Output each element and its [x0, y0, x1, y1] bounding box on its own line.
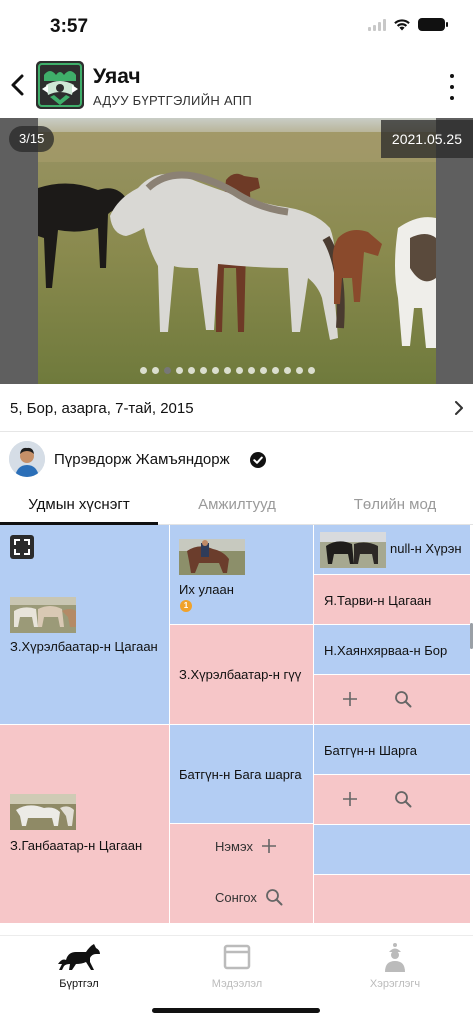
- pedigree-gen3-2[interactable]: Я.Тарви-н Цагаан: [314, 575, 470, 624]
- status-time: 3:57: [50, 16, 89, 37]
- page-dot[interactable]: [176, 367, 183, 374]
- dam-sire-name: Батгүн-н Бага шарга: [179, 767, 302, 782]
- sire-name: З.Хүрэлбаатар-н Цагаан: [10, 639, 158, 654]
- expand-icon[interactable]: [10, 535, 34, 559]
- tab-pedigree[interactable]: Удмын хүснэгт: [0, 485, 158, 525]
- pedigree-grid: З.Хүрэлбаатар-н Цагаан З.Ганбаатар-н Цаг…: [0, 525, 473, 923]
- page-dot[interactable]: [296, 367, 303, 374]
- user-figure-icon: [385, 943, 405, 972]
- page-dot[interactable]: [188, 367, 195, 374]
- status-bar: 3:57: [0, 0, 473, 54]
- image-counter: 3/15: [9, 126, 55, 152]
- app-subtitle: АДУУ БҮРТГЭЛИЙН АПП: [93, 93, 253, 108]
- horse-icon: [58, 944, 100, 970]
- gen3-1-photo: [320, 532, 386, 568]
- page-dot[interactable]: [260, 367, 267, 374]
- page-dot[interactable]: [248, 367, 255, 374]
- pedigree-gen3-1[interactable]: null-н Хүрэн: [314, 525, 470, 574]
- tab-achievements[interactable]: Амжилтууд: [158, 485, 316, 525]
- page-dot[interactable]: [152, 367, 159, 374]
- page-dot[interactable]: [200, 367, 207, 374]
- owner-avatar: [9, 441, 45, 477]
- plus-icon: [261, 839, 276, 853]
- battery-icon: [418, 18, 448, 31]
- back-chevron-icon[interactable]: [8, 72, 28, 98]
- sire-sire-name: Их улаан: [179, 582, 234, 597]
- horse-photo: [38, 118, 436, 384]
- page-dot[interactable]: [308, 367, 315, 374]
- wifi-icon: [394, 19, 410, 31]
- page-dots[interactable]: [140, 367, 315, 374]
- pedigree-dam-dam: Нэмэх Сонгох: [170, 824, 313, 923]
- gen3-5-name: Батгүн-н Шарга: [324, 743, 418, 758]
- photo-gallery[interactable]: 3/15 2021.05.25: [0, 118, 473, 384]
- page-dot[interactable]: [224, 367, 231, 374]
- achievement-badge: 1: [180, 600, 192, 612]
- more-vertical-icon[interactable]: [445, 74, 459, 100]
- sire-photo: [10, 597, 76, 633]
- pedigree-gen3-4: [314, 675, 470, 724]
- app-header: Уяач АДУУ БҮРТГЭЛИЙН АПП: [0, 54, 473, 118]
- status-icons: [368, 18, 448, 31]
- select-parent-button[interactable]: Сонгох: [215, 888, 283, 906]
- signal-icon: [368, 18, 386, 31]
- tab-offspring-tree[interactable]: Төлийн мод: [316, 485, 473, 525]
- nav-registration-label: Бүртгэл: [59, 978, 99, 990]
- page-dot[interactable]: [272, 367, 279, 374]
- gen3-2-name: Я.Тарви-н Цагаан: [324, 593, 432, 608]
- app-title: Уяач: [93, 65, 141, 88]
- bottom-nav: Бүртгэл Мэдээлэл Хэрэглэгч: [0, 935, 473, 995]
- home-indicator: [152, 1008, 320, 1013]
- page-dot[interactable]: [236, 367, 243, 374]
- search-icon: [265, 889, 283, 906]
- pedigree-sire-dam[interactable]: З.Хүрэлбаатар-н гүү: [170, 625, 313, 724]
- pedigree-gen3-6: [314, 775, 470, 824]
- tab-bar: Удмын хүснэгт Амжилтууд Төлийн мод: [0, 485, 473, 525]
- gen3-3-name: Н.Хаянхярваа-н Бор: [324, 643, 448, 658]
- page-dot[interactable]: [140, 367, 147, 374]
- search-icon[interactable]: [394, 790, 412, 808]
- nav-user-label: Хэрэглэгч: [369, 978, 421, 990]
- nav-news-label: Мэдээлэл: [211, 978, 263, 990]
- sire-dam-name: З.Хүрэлбаатар-н гүү: [179, 667, 302, 682]
- add-parent-button[interactable]: Нэмэх: [215, 838, 277, 854]
- nav-news[interactable]: Мэдээлэл: [158, 936, 316, 996]
- sire-sire-photo: [179, 539, 245, 575]
- pedigree-sire[interactable]: З.Хүрэлбаатар-н Цагаан: [0, 525, 169, 724]
- pedigree-gen3-8[interactable]: [314, 875, 470, 923]
- pedigree-sire-sire[interactable]: Их улаан 1: [170, 525, 313, 624]
- chevron-right-icon: [455, 401, 463, 415]
- page-dot[interactable]: [212, 367, 219, 374]
- horse-summary: 5, Бор, азарга, 7-тай, 2015: [10, 400, 194, 417]
- add-label: Нэмэх: [215, 838, 253, 854]
- nav-registration[interactable]: Бүртгэл: [0, 936, 158, 996]
- select-label: Сонгох: [215, 889, 257, 905]
- plus-icon[interactable]: [342, 691, 358, 707]
- dam-photo: [10, 794, 76, 830]
- horse-summary-row[interactable]: 5, Бор, азарга, 7-тай, 2015: [0, 384, 473, 432]
- pedigree-dam[interactable]: З.Ганбаатар-н Цагаан: [0, 725, 169, 923]
- nav-user[interactable]: Хэрэглэгч: [316, 936, 473, 996]
- owner-name: Пүрэвдорж Жамъяндорж: [54, 451, 230, 468]
- image-date: 2021.05.25: [380, 120, 473, 158]
- pedigree-gen3-5[interactable]: Батгүн-н Шарга: [314, 725, 470, 774]
- app-logo: [36, 61, 84, 109]
- page-dot[interactable]: [284, 367, 291, 374]
- gen3-1-name: null-н Хүрэн: [390, 541, 462, 556]
- browser-window-icon: [223, 944, 251, 970]
- plus-icon[interactable]: [342, 791, 358, 807]
- dam-name: З.Ганбаатар-н Цагаан: [10, 838, 143, 853]
- pedigree-gen3-3[interactable]: Н.Хаянхярваа-н Бор: [314, 625, 470, 674]
- search-icon[interactable]: [394, 690, 412, 708]
- page-dot[interactable]: [164, 367, 171, 374]
- pedigree-dam-sire[interactable]: Батгүн-н Бага шарга: [170, 725, 313, 823]
- owner-row[interactable]: Пүрэвдорж Жамъяндорж: [0, 433, 473, 485]
- pedigree-gen3-7[interactable]: [314, 825, 470, 874]
- verified-check-icon: [250, 452, 266, 468]
